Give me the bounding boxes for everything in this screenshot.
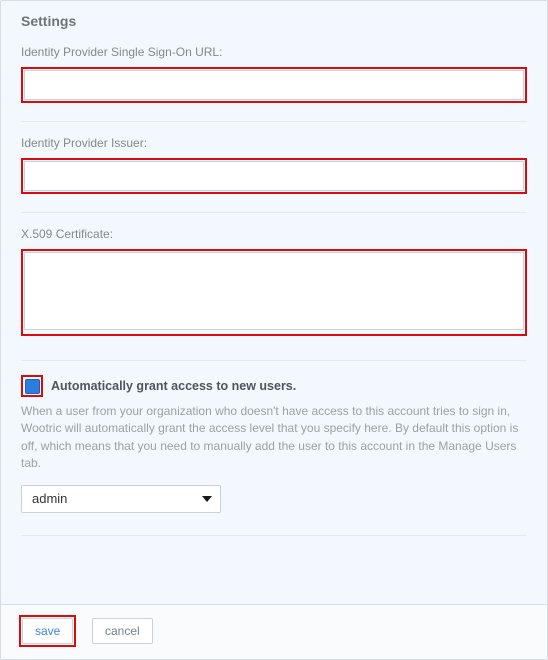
auto-grant-checkbox-highlight [21, 375, 43, 397]
auto-grant-help-text: When a user from your organization who d… [21, 403, 527, 473]
issuer-field: Identity Provider Issuer: [21, 136, 527, 194]
cert-label: X.509 Certificate: [21, 227, 527, 241]
cert-field: X.509 Certificate: [21, 227, 527, 336]
save-button[interactable]: save [22, 618, 73, 644]
access-level-selected-value: admin [32, 491, 67, 506]
sso-url-highlight [21, 67, 527, 103]
divider [21, 360, 527, 361]
access-level-select[interactable]: admin [21, 485, 221, 513]
issuer-input[interactable] [24, 161, 524, 191]
auto-grant-row: Automatically grant access to new users. [21, 375, 527, 397]
footer: save cancel [1, 604, 547, 659]
auto-grant-checkbox[interactable] [25, 379, 40, 394]
access-level-select-wrap: admin [21, 485, 527, 513]
divider [21, 121, 527, 122]
issuer-highlight [21, 158, 527, 194]
issuer-label: Identity Provider Issuer: [21, 136, 527, 150]
sso-url-input[interactable] [24, 70, 524, 100]
save-button-highlight: save [19, 615, 76, 647]
cert-highlight [21, 249, 527, 336]
sso-url-label: Identity Provider Single Sign-On URL: [21, 45, 527, 59]
settings-panel: Settings Identity Provider Single Sign-O… [0, 0, 548, 660]
cancel-button[interactable]: cancel [92, 618, 153, 644]
panel-title: Settings [21, 13, 527, 29]
divider [21, 535, 527, 536]
divider [21, 212, 527, 213]
cert-textarea[interactable] [24, 252, 524, 330]
auto-grant-label: Automatically grant access to new users. [51, 379, 296, 393]
sso-url-field: Identity Provider Single Sign-On URL: [21, 45, 527, 103]
chevron-down-icon [202, 496, 212, 502]
